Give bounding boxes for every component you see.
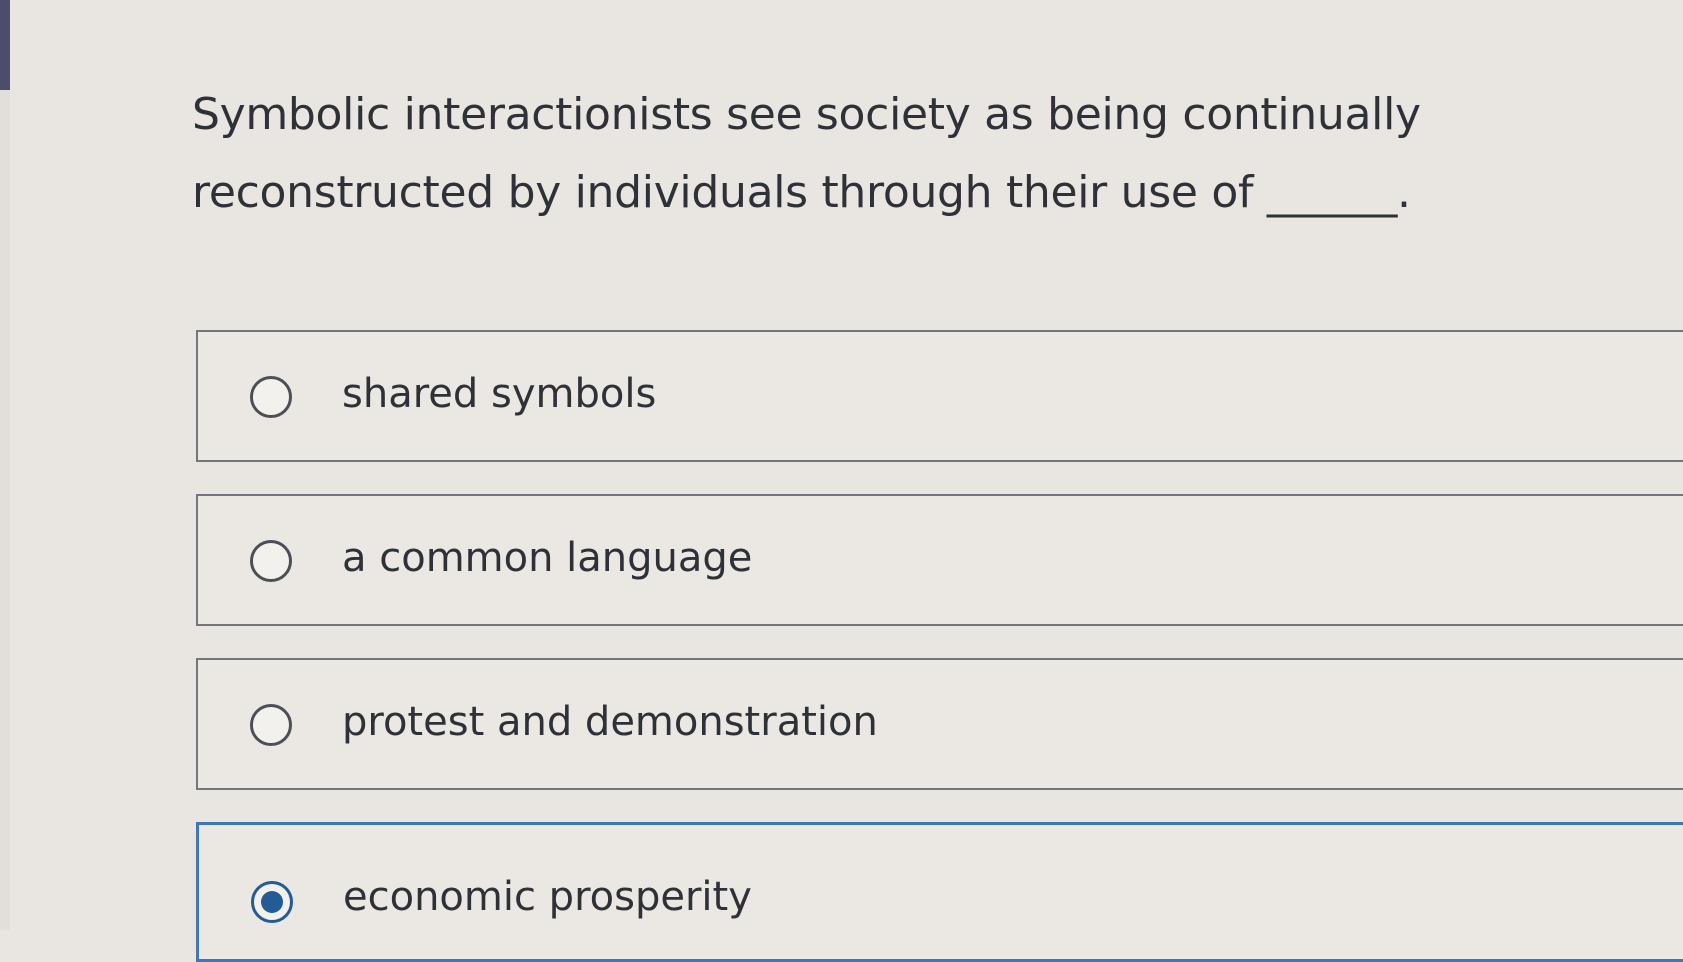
option-label: shared symbols (342, 371, 657, 417)
option-label: protest and demonstration (342, 699, 878, 745)
radio-button[interactable] (250, 704, 292, 746)
radio-button-selected[interactable] (251, 881, 293, 923)
radio-button[interactable] (250, 540, 292, 582)
radio-button[interactable] (250, 376, 292, 418)
answer-option-protest-demonstration[interactable]: protest and demonstration (196, 658, 1683, 790)
answer-option-common-language[interactable]: a common language (196, 494, 1683, 626)
answer-options: shared symbols a common language protest… (196, 330, 1683, 962)
option-label: a common language (342, 535, 753, 581)
window-left-edge (0, 0, 10, 930)
answer-option-economic-prosperity[interactable]: economic prosperity (196, 822, 1683, 962)
question-text: Symbolic interactionists see society as … (192, 89, 1421, 218)
answer-option-shared-symbols[interactable]: shared symbols (196, 330, 1683, 462)
option-label: economic prosperity (343, 874, 752, 920)
